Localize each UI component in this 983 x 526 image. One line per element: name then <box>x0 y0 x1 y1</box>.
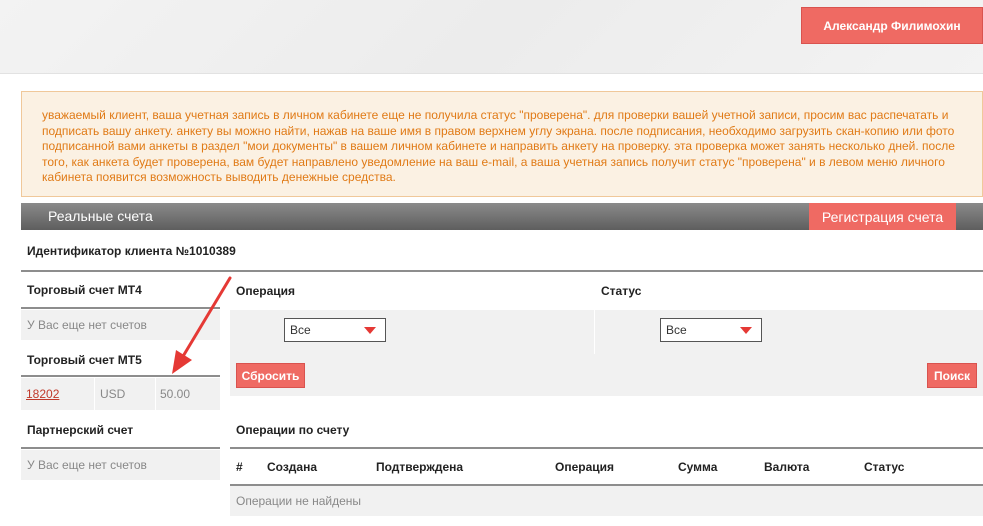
status-select[interactable]: Все <box>660 318 762 342</box>
verification-notice: уважаемый клиент, ваша учетная запись в … <box>21 91 983 197</box>
dropdown-arrow-icon <box>740 327 752 334</box>
divider <box>21 270 983 272</box>
register-account-button[interactable]: Регистрация счета <box>809 203 956 230</box>
account-number-cell: 18202 <box>21 378 94 410</box>
operation-select-value: Все <box>290 323 311 337</box>
account-currency: USD <box>95 378 155 410</box>
mt5-account-row: 18202 USD 50.00 <box>21 378 220 410</box>
divider <box>21 375 220 377</box>
reset-button[interactable]: Сбросить <box>236 363 305 388</box>
mt4-empty-text: У Вас еще нет счетов <box>21 310 220 340</box>
column-header-created: Создана <box>267 460 318 474</box>
mt4-section-title: Торговый счет MT4 <box>27 283 142 297</box>
account-balance: 50.00 <box>156 378 220 410</box>
filter-actions: Сбросить Поиск <box>230 354 983 396</box>
column-header-operation: Операция <box>555 460 615 474</box>
partner-empty-text: У Вас еще нет счетов <box>21 450 220 480</box>
search-button[interactable]: Поиск <box>927 363 977 388</box>
operation-select[interactable]: Все <box>284 318 386 342</box>
operations-title: Операции по счету <box>236 423 350 437</box>
accounts-bar-title: Реальные счета <box>48 208 153 224</box>
column-header-status: Статус <box>864 460 905 474</box>
account-number-link[interactable]: 18202 <box>26 387 59 401</box>
divider <box>594 310 595 354</box>
column-header-confirmed: Подтверждена <box>376 460 464 474</box>
status-select-value: Все <box>666 323 687 337</box>
partner-section-title: Партнерский счет <box>27 423 134 437</box>
divider <box>21 307 220 309</box>
dropdown-arrow-icon <box>364 327 376 334</box>
filter-area: Все Все <box>230 310 983 354</box>
operation-filter-label: Операция <box>236 284 296 298</box>
page: Александр Филимохин уважаемый клиент, ва… <box>0 0 983 526</box>
mt5-section-title: Торговый счет MT5 <box>27 353 142 367</box>
column-header-currency: Валюта <box>764 460 810 474</box>
operations-empty-text: Операции не найдены <box>230 486 983 516</box>
column-header-amount: Сумма <box>678 460 718 474</box>
user-menu-button[interactable]: Александр Филимохин <box>801 7 983 44</box>
column-header-number: # <box>236 460 243 474</box>
client-id-label: Идентификатор клиента №1010389 <box>27 244 236 258</box>
status-filter-label: Статус <box>601 284 642 298</box>
divider <box>230 447 983 449</box>
divider <box>21 447 220 449</box>
accounts-bar: Реальные счета Регистрация счета <box>21 203 983 230</box>
top-band: Александр Филимохин <box>0 0 983 74</box>
